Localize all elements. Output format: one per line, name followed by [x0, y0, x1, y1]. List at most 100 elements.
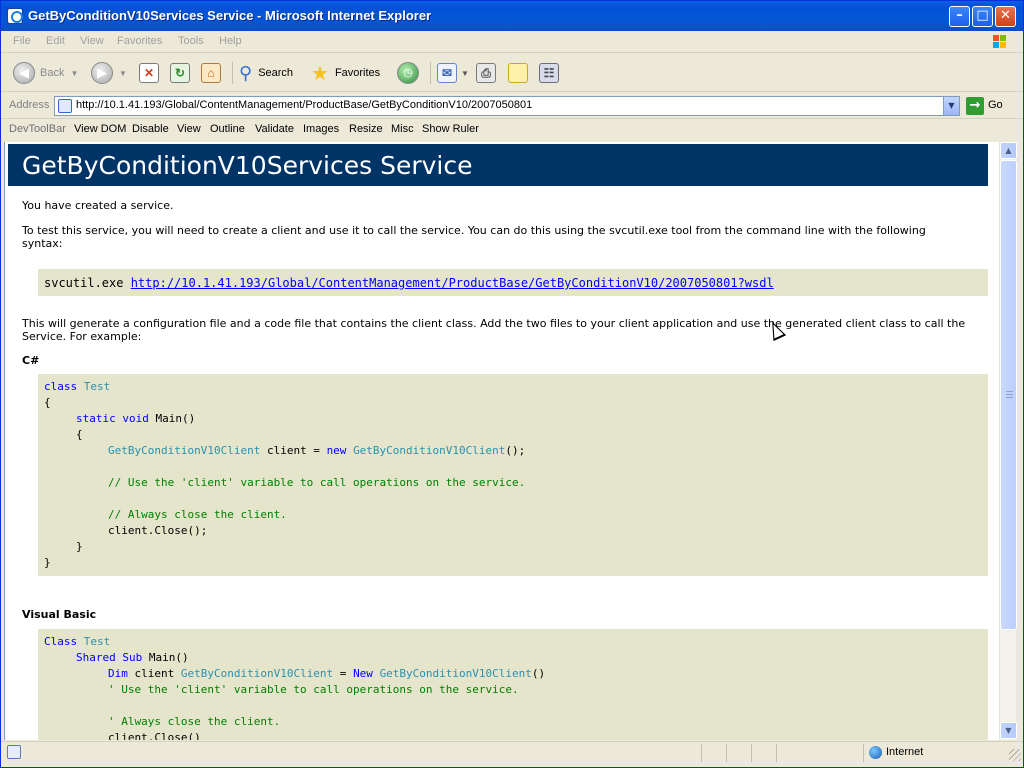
- go-arrow-icon[interactable]: →: [966, 97, 984, 115]
- go-button[interactable]: Go: [988, 99, 1003, 111]
- status-pane: [863, 744, 864, 762]
- messenger-icon: ☷: [539, 63, 559, 83]
- chevron-down-icon[interactable]: ▼: [119, 69, 127, 78]
- code-line: client.Close();: [108, 524, 208, 537]
- address-url[interactable]: http://10.1.41.193/Global/ContentManagem…: [76, 99, 532, 111]
- forward-icon: ▶: [91, 62, 113, 84]
- stop-button[interactable]: ✕: [139, 59, 159, 87]
- scroll-up-button[interactable]: ▲: [1000, 142, 1017, 159]
- visual-basic-label: Visual Basic: [22, 608, 97, 621]
- status-bar: Internet: [1, 741, 1023, 763]
- security-zone: Internet: [886, 746, 924, 758]
- code-line: class Test: [44, 380, 111, 393]
- window-title: GetByConditionV10Services Service - Micr…: [28, 8, 432, 23]
- search-icon: ⚲: [239, 62, 253, 83]
- page-status-icon: [7, 745, 21, 759]
- menu-favorites[interactable]: Favorites: [117, 35, 162, 47]
- developer-toolbar: DevToolBar View DOM Disable View Outline…: [1, 120, 1023, 142]
- toolbar-separator: [430, 62, 431, 84]
- code-line: Class Test: [44, 635, 111, 648]
- code-line: {: [44, 396, 51, 409]
- csharp-code-block: class Test { static void Main() { GetByC…: [38, 374, 988, 576]
- wsdl-link[interactable]: http://10.1.41.193/Global/ContentManagem…: [131, 276, 774, 290]
- menu-tools[interactable]: Tools: [178, 35, 204, 47]
- edit-icon: [508, 63, 528, 83]
- chevron-down-icon[interactable]: ▼: [70, 69, 78, 78]
- devtoolbar-view[interactable]: View: [177, 123, 201, 135]
- back-button[interactable]: ◀ Back ▼: [13, 59, 78, 87]
- menu-file[interactable]: File: [13, 35, 31, 47]
- code-line: {: [76, 428, 83, 441]
- resize-grip[interactable]: [1009, 749, 1021, 761]
- page-heading-band: GetByConditionV10Services Service: [8, 144, 988, 186]
- svcutil-command-box: svcutil.exe http://10.1.41.193/Global/Co…: [38, 269, 988, 296]
- devtoolbar-show-ruler[interactable]: Show Ruler: [422, 123, 479, 135]
- forward-button[interactable]: ▶ ▼: [91, 59, 127, 87]
- back-icon: ◀: [13, 62, 35, 84]
- search-label: Search: [258, 67, 294, 79]
- close-button[interactable]: ✕: [995, 6, 1016, 27]
- status-pane: [751, 744, 752, 762]
- messenger-button[interactable]: ☷: [539, 59, 559, 87]
- devtoolbar-disable[interactable]: Disable: [132, 123, 169, 135]
- code-comment: // Always close the client.: [108, 508, 287, 521]
- chevron-down-icon[interactable]: ▼: [461, 69, 469, 78]
- menu-edit[interactable]: Edit: [46, 35, 65, 47]
- favorites-star-icon: ★: [311, 62, 329, 85]
- refresh-button[interactable]: ↻: [170, 59, 190, 87]
- chevron-down-icon[interactable]: ▼: [943, 97, 959, 115]
- edit-button[interactable]: [508, 59, 528, 87]
- scroll-thumb[interactable]: [1000, 160, 1017, 630]
- svcutil-command-text: svcutil.exe: [44, 276, 131, 290]
- devtoolbar-label: DevToolBar: [9, 123, 66, 135]
- intro-text: You have created a service.: [22, 199, 174, 212]
- maximize-button[interactable]: □: [972, 6, 993, 27]
- search-button[interactable]: ⚲ Search: [239, 59, 293, 87]
- devtoolbar-view-dom[interactable]: View DOM: [74, 123, 126, 135]
- menu-view[interactable]: View: [80, 35, 104, 47]
- home-icon: ⌂: [201, 63, 221, 83]
- code-comment: ' Use the 'client' variable to call oper…: [108, 683, 519, 696]
- page-viewport: GetByConditionV10Services Service You ha…: [4, 142, 999, 740]
- stop-icon: ✕: [139, 63, 159, 83]
- code-line: static void Main(): [76, 412, 196, 425]
- csharp-label: C#: [22, 354, 40, 367]
- page-icon: [58, 99, 72, 113]
- vb-code-block: Class Test Shared Sub Main() Dim client …: [38, 629, 988, 740]
- favorites-label: Favorites: [334, 67, 381, 79]
- menu-bar: File Edit View Favorites Tools Help: [1, 31, 1023, 53]
- refresh-icon: ↻: [170, 63, 190, 83]
- mail-button[interactable]: ✉ ▼: [437, 59, 469, 87]
- scroll-grip: [1006, 397, 1013, 398]
- devtoolbar-validate[interactable]: Validate: [255, 123, 294, 135]
- page-title: GetByConditionV10Services Service: [22, 151, 473, 180]
- minimize-button[interactable]: –: [949, 6, 970, 27]
- scroll-down-button[interactable]: ▼: [1000, 722, 1017, 739]
- status-pane: [701, 744, 702, 762]
- vertical-scrollbar[interactable]: ▲ ▼: [999, 142, 1017, 740]
- test-instructions-line2: syntax:: [22, 237, 63, 250]
- code-comment: ' Always close the client.: [108, 715, 281, 728]
- home-button[interactable]: ⌂: [201, 59, 221, 87]
- devtoolbar-outline[interactable]: Outline: [210, 123, 245, 135]
- test-instructions-line1: To test this service, you will need to c…: [22, 224, 926, 237]
- generate-instructions-line2: Service. For example:: [22, 330, 142, 343]
- code-line: }: [44, 556, 51, 569]
- toolbar-separator: [232, 62, 233, 84]
- mail-icon: ✉: [437, 63, 457, 83]
- print-button[interactable]: ⎙: [476, 59, 496, 87]
- globe-icon: [869, 746, 882, 759]
- history-icon: ◷: [397, 62, 419, 84]
- browser-window: GetByConditionV10Services Service - Micr…: [0, 0, 1024, 768]
- history-button[interactable]: ◷: [397, 59, 419, 87]
- devtoolbar-misc[interactable]: Misc: [391, 123, 414, 135]
- devtoolbar-resize[interactable]: Resize: [349, 123, 383, 135]
- print-icon: ⎙: [476, 63, 496, 83]
- windows-logo-icon: [987, 33, 1015, 51]
- favorites-button[interactable]: ★ Favorites: [311, 59, 380, 87]
- menu-help[interactable]: Help: [219, 35, 242, 47]
- devtoolbar-images[interactable]: Images: [303, 123, 339, 135]
- ie-app-icon: [7, 8, 23, 24]
- address-input[interactable]: http://10.1.41.193/Global/ContentManagem…: [54, 96, 960, 116]
- code-line: GetByConditionV10Client client = new Get…: [108, 444, 526, 457]
